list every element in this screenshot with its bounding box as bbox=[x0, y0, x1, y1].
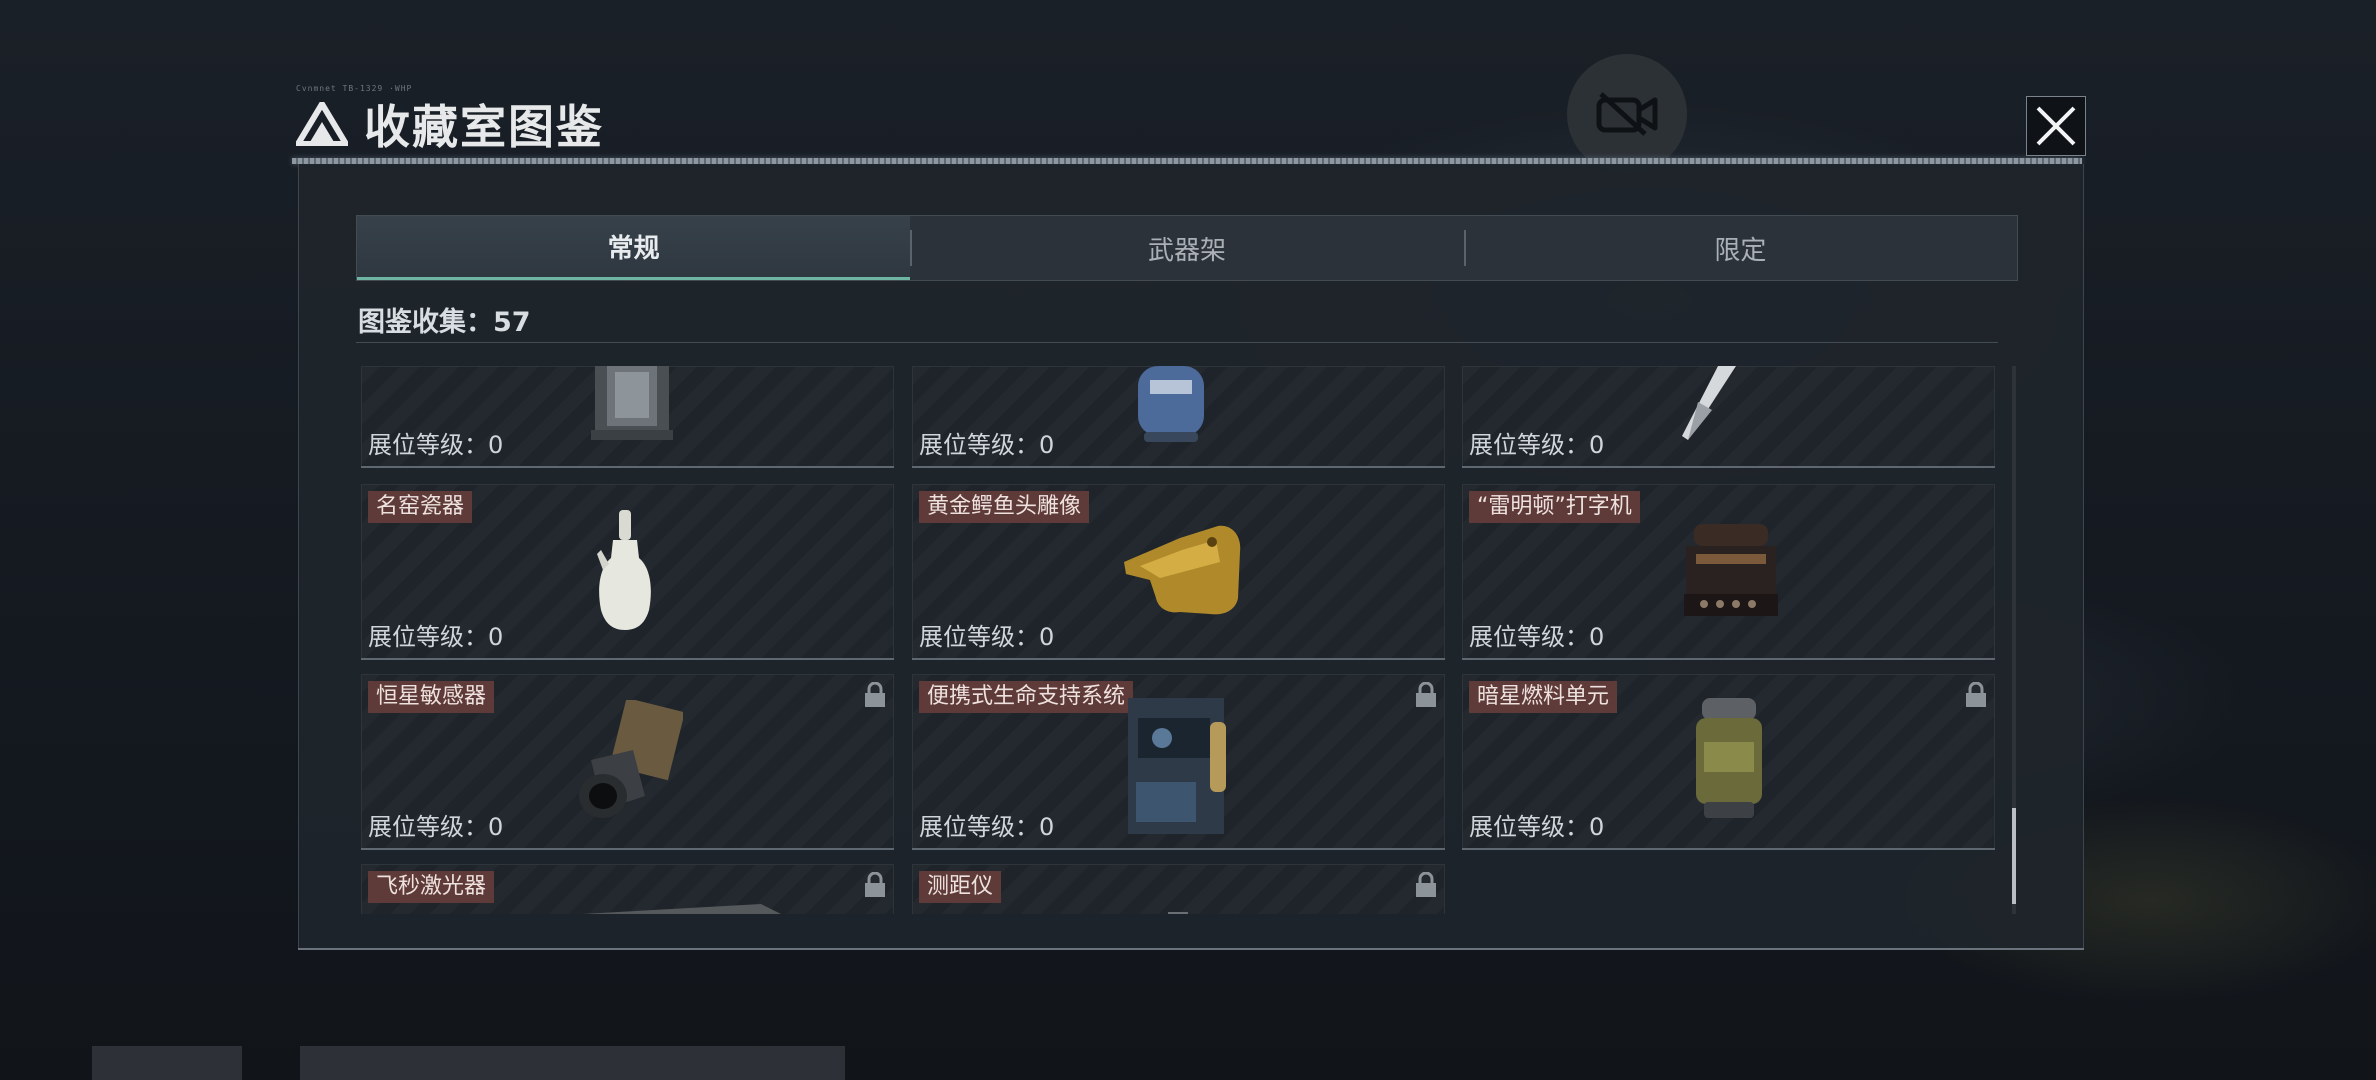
typewriter-icon bbox=[1684, 524, 1778, 616]
booth-level: 展位等级：0 bbox=[919, 431, 1055, 459]
exhibit-card[interactable]: 测距仪 bbox=[912, 864, 1445, 914]
exhibit-card[interactable]: 恒星敏感器 展位等级：0 bbox=[361, 674, 894, 850]
tab-limited[interactable]: 限定 bbox=[1463, 216, 2017, 280]
exhibit-card[interactable]: 黄金鳄鱼头雕像 展位等级：0 bbox=[912, 484, 1445, 660]
exhibit-card[interactable]: 便携式生命支持系统 展位等级：0 bbox=[912, 674, 1445, 850]
exhibit-name: 黄金鳄鱼头雕像 bbox=[919, 491, 1090, 523]
gas-canister-icon bbox=[1138, 366, 1204, 442]
life-support-icon bbox=[1128, 698, 1226, 834]
booth-level: 展位等级：0 bbox=[368, 813, 504, 841]
tab-regular[interactable]: 常规 bbox=[357, 216, 911, 280]
rangefinder-icon bbox=[1168, 912, 1188, 914]
exhibit-card[interactable]: 名窑瓷器 展位等级：0 bbox=[361, 484, 894, 660]
laser-icon bbox=[582, 904, 781, 914]
camera-off-icon bbox=[1596, 92, 1658, 136]
exhibit-card[interactable]: 展位等级：0 bbox=[361, 366, 894, 468]
category-tabs: 常规 武器架 限定 bbox=[356, 215, 2018, 281]
collection-count: 图鉴收集：57 bbox=[358, 307, 531, 338]
lock-icon bbox=[865, 872, 885, 897]
exhibit-card[interactable]: 飞秒激光器 bbox=[361, 864, 894, 914]
exhibit-grid: 展位等级：0 展位等级：0 展位等级：0 名窑瓷器 展位等级：0 黄金鳄鱼头雕像 bbox=[356, 366, 2004, 914]
exhibit-name: “雷明顿”打字机 bbox=[1469, 491, 1640, 523]
booth-level: 展位等级：0 bbox=[1469, 431, 1605, 459]
count-divider bbox=[356, 342, 1998, 343]
exhibit-card[interactable]: 展位等级：0 bbox=[912, 366, 1445, 468]
scrollbar-thumb[interactable] bbox=[2012, 808, 2016, 904]
window-title: 收藏室图鉴 bbox=[364, 100, 604, 154]
window-header: 收藏室图鉴 bbox=[296, 94, 604, 154]
booth-level: 展位等级：0 bbox=[919, 813, 1055, 841]
exhibit-name: 飞秒激光器 bbox=[368, 871, 495, 903]
lock-icon bbox=[1966, 682, 1986, 707]
booth-level: 展位等级：0 bbox=[919, 623, 1055, 651]
booth-level: 展位等级：0 bbox=[1469, 813, 1605, 841]
lock-icon bbox=[1416, 872, 1436, 897]
panel-bottom-border bbox=[298, 948, 2084, 950]
exhibit-card[interactable]: “雷明顿”打字机 展位等级：0 bbox=[1462, 484, 1995, 660]
booth-level: 展位等级：0 bbox=[368, 431, 504, 459]
exhibit-name: 名窑瓷器 bbox=[368, 491, 473, 523]
booth-level: 展位等级：0 bbox=[1469, 623, 1605, 651]
background-blur-2 bbox=[300, 1046, 845, 1080]
star-sensor-icon bbox=[579, 700, 683, 818]
exhibit-card[interactable]: 暗星燃料单元 展位等级：0 bbox=[1462, 674, 1995, 850]
close-button[interactable] bbox=[2026, 96, 2086, 156]
close-icon bbox=[2036, 106, 2076, 146]
porcelain-vase-icon bbox=[597, 510, 651, 630]
exhibit-name: 恒星敏感器 bbox=[368, 681, 495, 713]
booth-level: 展位等级：0 bbox=[368, 623, 504, 651]
lantern-icon bbox=[591, 366, 673, 440]
lock-icon bbox=[1416, 682, 1436, 707]
exhibit-card[interactable]: 展位等级：0 bbox=[1462, 366, 1995, 468]
camera-off-button[interactable] bbox=[1567, 54, 1687, 174]
fountain-pen-icon bbox=[1682, 366, 1736, 440]
exhibit-name: 测距仪 bbox=[919, 871, 1002, 903]
collection-logo-icon bbox=[296, 102, 348, 146]
exhibit-name: 便携式生命支持系统 bbox=[919, 681, 1134, 713]
golden-crocodile-icon bbox=[1124, 525, 1241, 615]
lock-icon bbox=[865, 682, 885, 707]
background-blur-1 bbox=[92, 1046, 242, 1080]
fuel-cell-icon bbox=[1696, 698, 1762, 818]
tab-weapon-rack[interactable]: 武器架 bbox=[910, 216, 1463, 280]
exhibit-name: 暗星燃料单元 bbox=[1469, 681, 1618, 713]
